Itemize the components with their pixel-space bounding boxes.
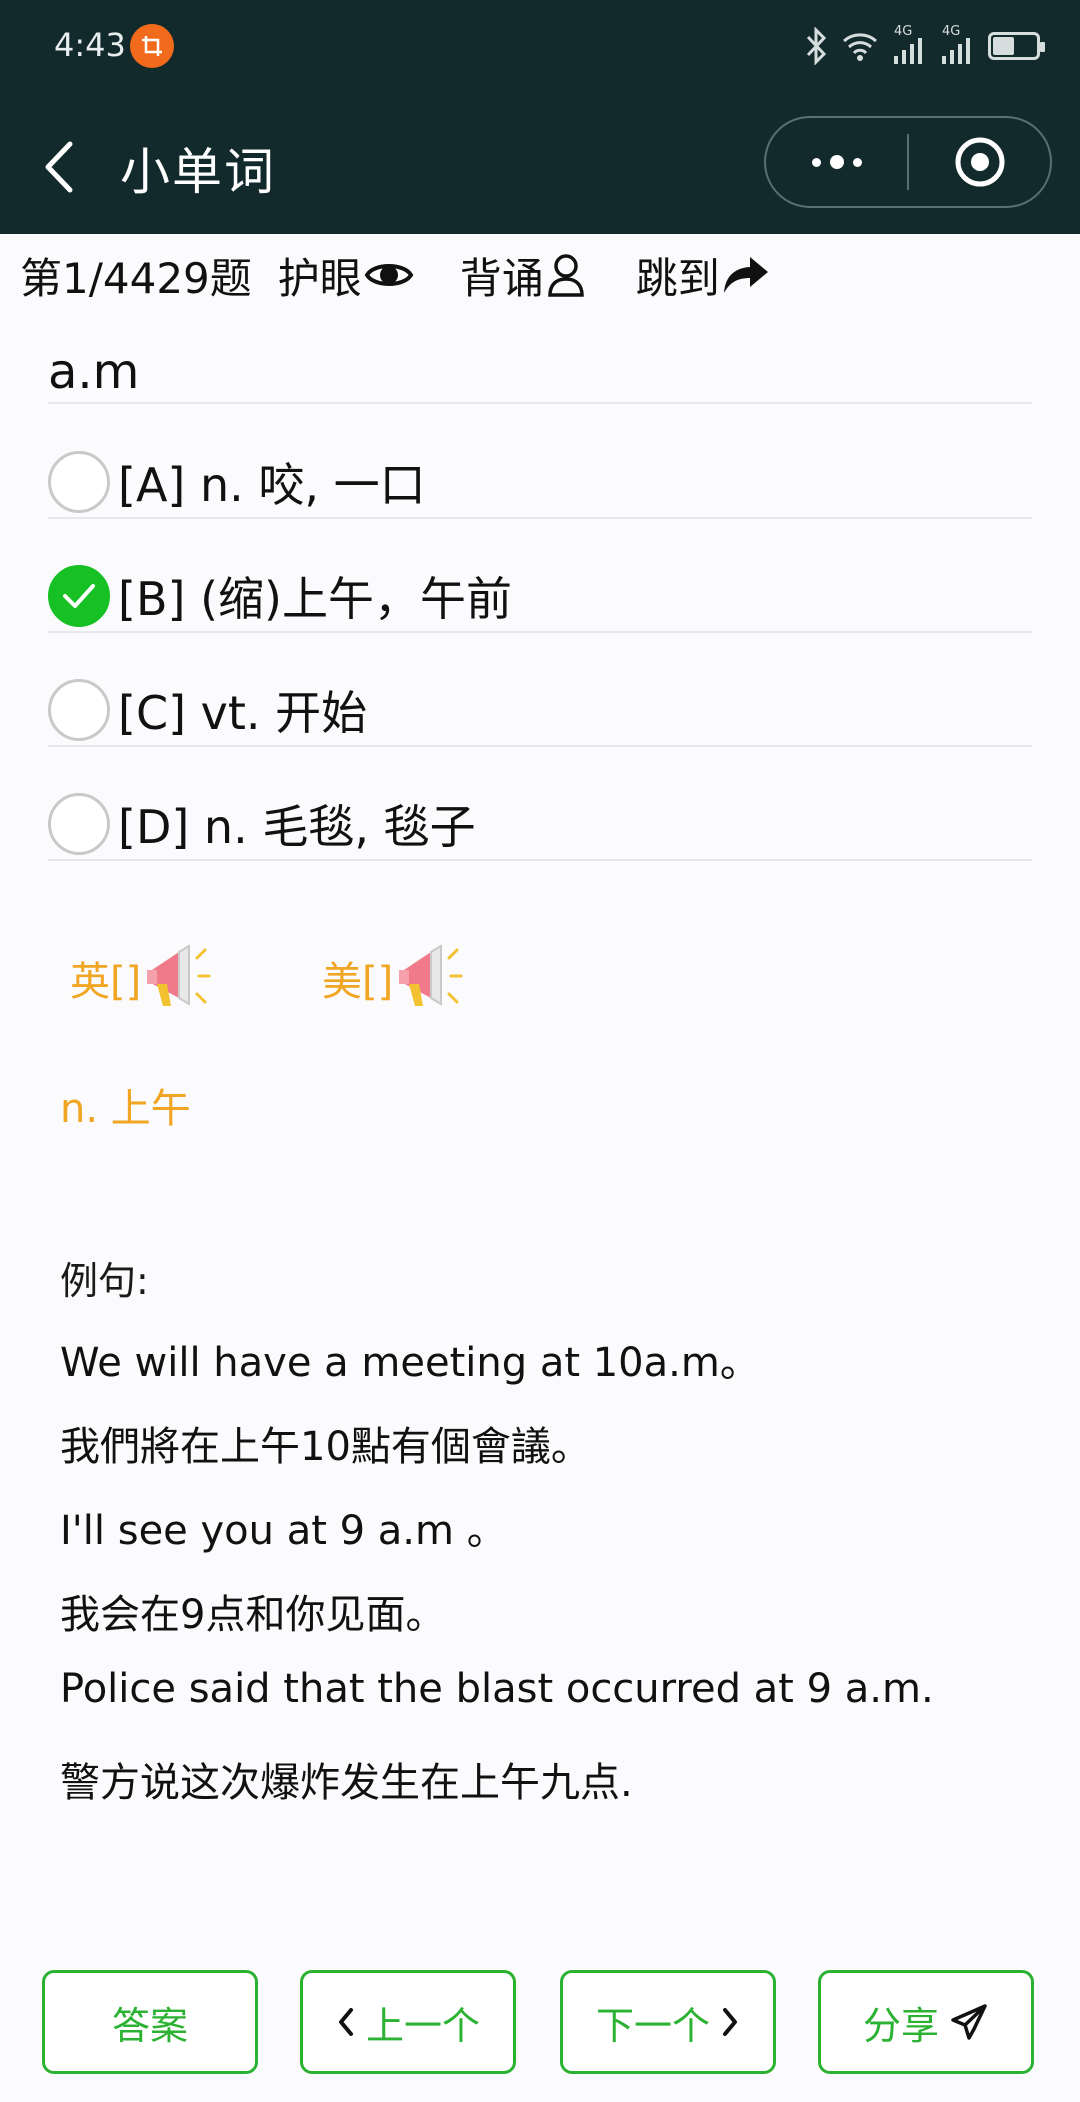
pronunciation-uk-button[interactable]: 英[] xyxy=(70,938,221,1018)
radio-unchecked-icon xyxy=(48,451,110,513)
divider xyxy=(48,745,1032,747)
more-button[interactable] xyxy=(766,118,907,206)
previous-label: 上一个 xyxy=(365,2003,480,2048)
examples-title: 例句: xyxy=(60,1259,149,1303)
next-label: 下一个 xyxy=(595,2003,710,2048)
share-forward-icon xyxy=(723,257,768,293)
more-dots-icon xyxy=(811,155,862,169)
chevron-left-icon xyxy=(45,141,73,193)
answer-label: 答案 xyxy=(111,2003,188,2048)
eye-care-label: 护眼 xyxy=(277,253,362,303)
example-translation: 警方说这次爆炸发生在上午九点. xyxy=(60,1760,633,1806)
radio-unchecked-icon xyxy=(48,679,110,741)
close-mini-program-button[interactable] xyxy=(909,118,1050,206)
pronunciation-uk-label: 英[] xyxy=(70,959,142,1005)
user-icon xyxy=(548,254,584,297)
mini-program-capsule xyxy=(764,116,1052,208)
eye-icon xyxy=(364,264,414,286)
question-word: a.m xyxy=(48,344,140,400)
signal-4g-icon: 4G xyxy=(940,24,974,66)
option-label: [D] n. 毛毯, 毯子 xyxy=(118,800,476,854)
paper-plane-icon xyxy=(951,2004,987,2040)
answer-button[interactable]: 答案 xyxy=(42,1970,258,2074)
top-bar: 4:43 4G 4G 小单词 xyxy=(0,0,1080,234)
example-translation: 我会在9点和你见面。 xyxy=(60,1592,446,1638)
megaphone-icon xyxy=(399,944,463,1006)
battery-icon xyxy=(988,32,1045,60)
share-label: 分享 xyxy=(862,2003,939,2048)
example-sentence: We will have a meeting at 10a.m。 xyxy=(60,1340,760,1386)
status-time: 4:43 xyxy=(54,26,126,64)
wifi-icon xyxy=(843,33,877,61)
jump-label: 跳到 xyxy=(635,253,720,303)
next-button[interactable]: 下一个 xyxy=(560,1970,776,2074)
jump-to-button[interactable]: 跳到 xyxy=(636,245,770,306)
megaphone-icon xyxy=(147,944,211,1006)
bluetooth-icon xyxy=(806,27,827,65)
status-icons: 4G 4G xyxy=(804,22,1045,70)
example-translation: 我們將在上午10點有個會議。 xyxy=(60,1424,591,1470)
option-label: [C] vt. 开始 xyxy=(118,686,368,740)
share-button[interactable]: 分享 xyxy=(818,1970,1034,2074)
option-label: [B] (缩)上午，午前 xyxy=(118,572,512,626)
pronunciation-us-label: 美[] xyxy=(322,959,394,1005)
target-circle-icon xyxy=(955,137,1004,187)
chevron-left-icon xyxy=(338,2008,353,2036)
example-sentence: Police said that the blast occurred at 9… xyxy=(60,1666,934,1712)
signal-4g-icon: 4G xyxy=(892,24,926,66)
previous-button[interactable]: 上一个 xyxy=(300,1970,516,2074)
example-sentence: I'll see you at 9 a.m 。 xyxy=(60,1508,507,1554)
page-title: 小单词 xyxy=(120,143,276,201)
recite-toggle[interactable]: 背诵 xyxy=(460,245,586,306)
eye-care-toggle[interactable]: 护眼 xyxy=(278,245,414,306)
radio-unchecked-icon xyxy=(48,793,110,855)
divider xyxy=(48,631,1032,633)
divider xyxy=(48,402,1032,404)
chevron-right-icon xyxy=(723,2008,737,2036)
crop-icon xyxy=(130,24,174,68)
divider xyxy=(48,859,1032,861)
back-button[interactable] xyxy=(36,130,86,200)
quiz-toolbar: 第1/4429题 护眼 背诵 跳到 xyxy=(20,242,770,308)
recite-label: 背诵 xyxy=(459,253,544,303)
word-definition: n. 上午 xyxy=(60,1086,191,1132)
pronunciation-us-button[interactable]: 美[] xyxy=(322,938,473,1018)
divider xyxy=(48,517,1032,519)
checkmark-icon xyxy=(48,565,110,627)
option-label: [A] n. 咬, 一口 xyxy=(118,458,426,512)
progress-counter: 第1/4429题 xyxy=(20,253,252,303)
